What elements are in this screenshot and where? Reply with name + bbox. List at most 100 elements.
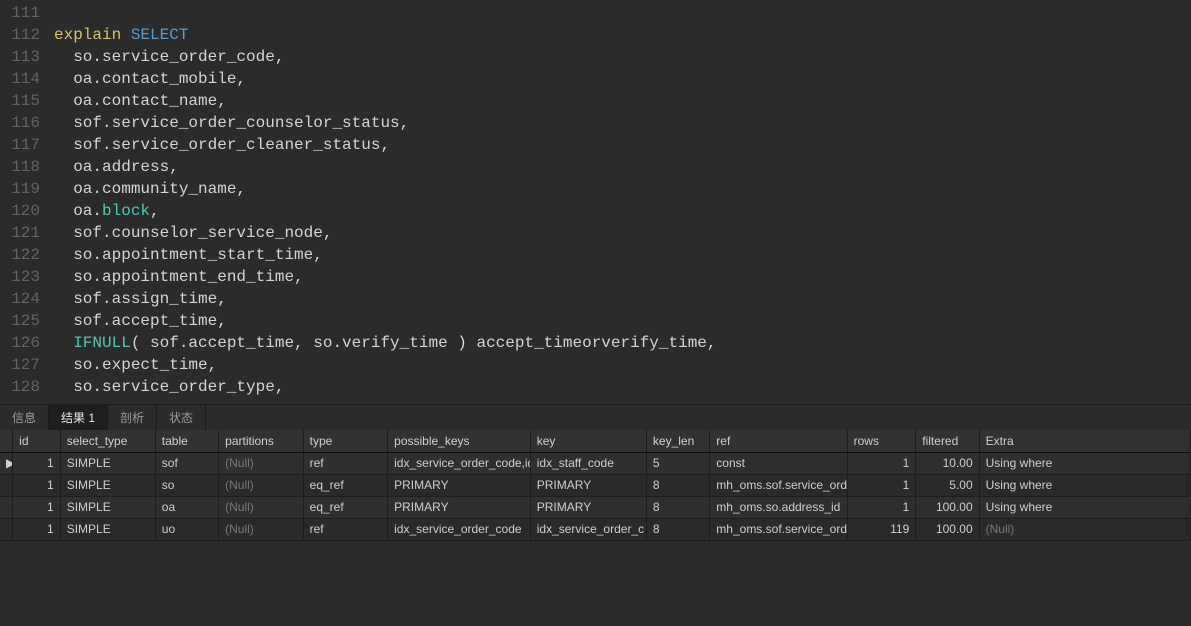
cell[interactable]: idx_service_order_c: [530, 518, 646, 540]
cell[interactable]: oa: [155, 496, 218, 518]
cell[interactable]: SIMPLE: [60, 474, 155, 496]
column-header-id[interactable]: id: [13, 430, 61, 452]
code-content[interactable]: oa.contact_mobile,: [54, 68, 246, 90]
sql-editor[interactable]: 111112explain SELECT113 so.service_order…: [0, 0, 1191, 404]
cell[interactable]: eq_ref: [303, 496, 388, 518]
cell[interactable]: 5.00: [916, 474, 979, 496]
tab-结果 1[interactable]: 结果 1: [49, 405, 108, 430]
code-content[interactable]: so.appointment_end_time,: [54, 266, 304, 288]
cell[interactable]: PRIMARY: [388, 496, 531, 518]
column-header-ref[interactable]: ref: [710, 430, 847, 452]
table-row[interactable]: 1SIMPLEoa(Null)eq_refPRIMARYPRIMARY8mh_o…: [0, 496, 1191, 518]
cell[interactable]: 1: [13, 452, 61, 474]
code-line[interactable]: 117 sof.service_order_cleaner_status,: [0, 134, 1191, 156]
cell[interactable]: so: [155, 474, 218, 496]
code-line[interactable]: 115 oa.contact_name,: [0, 90, 1191, 112]
code-line[interactable]: 112explain SELECT: [0, 24, 1191, 46]
code-line[interactable]: 124 sof.assign_time,: [0, 288, 1191, 310]
code-content[interactable]: oa.address,: [54, 156, 179, 178]
cell[interactable]: 119: [847, 518, 916, 540]
column-header-key_len[interactable]: key_len: [646, 430, 709, 452]
code-content[interactable]: oa.community_name,: [54, 178, 246, 200]
code-line[interactable]: 111: [0, 2, 1191, 24]
cell[interactable]: PRIMARY: [530, 496, 646, 518]
cell[interactable]: 1: [13, 518, 61, 540]
cell[interactable]: (Null): [219, 474, 304, 496]
column-header-table[interactable]: table: [155, 430, 218, 452]
cell[interactable]: 100.00: [916, 518, 979, 540]
cell[interactable]: SIMPLE: [60, 496, 155, 518]
code-content[interactable]: sof.service_order_counselor_status,: [54, 112, 409, 134]
cell[interactable]: 1: [847, 474, 916, 496]
code-content[interactable]: oa.block,: [54, 200, 160, 222]
table-row[interactable]: 1SIMPLEso(Null)eq_refPRIMARYPRIMARY8mh_o…: [0, 474, 1191, 496]
cell[interactable]: 8: [646, 474, 709, 496]
cell[interactable]: 10.00: [916, 452, 979, 474]
column-header-type[interactable]: type: [303, 430, 388, 452]
code-line[interactable]: 114 oa.contact_mobile,: [0, 68, 1191, 90]
code-content[interactable]: so.service_order_code,: [54, 46, 284, 68]
code-line[interactable]: 118 oa.address,: [0, 156, 1191, 178]
tab-状态[interactable]: 状态: [157, 405, 206, 430]
cell[interactable]: 1: [13, 496, 61, 518]
cell[interactable]: 1: [847, 496, 916, 518]
code-content[interactable]: oa.contact_name,: [54, 90, 227, 112]
code-content[interactable]: sof.counselor_service_node,: [54, 222, 332, 244]
code-line[interactable]: 121 sof.counselor_service_node,: [0, 222, 1191, 244]
cell[interactable]: (Null): [979, 518, 1190, 540]
code-content[interactable]: sof.assign_time,: [54, 288, 227, 310]
code-content[interactable]: sof.accept_time,: [54, 310, 227, 332]
cell[interactable]: sof: [155, 452, 218, 474]
cell[interactable]: idx_staff_code: [530, 452, 646, 474]
cell[interactable]: PRIMARY: [388, 474, 531, 496]
cell[interactable]: Using where: [979, 452, 1190, 474]
column-header-select_type[interactable]: select_type: [60, 430, 155, 452]
code-content[interactable]: so.appointment_start_time,: [54, 244, 323, 266]
column-header-filtered[interactable]: filtered: [916, 430, 979, 452]
cell[interactable]: ref: [303, 452, 388, 474]
code-content[interactable]: IFNULL( sof.accept_time, so.verify_time …: [54, 332, 717, 354]
table-row[interactable]: 1SIMPLEuo(Null)refidx_service_order_code…: [0, 518, 1191, 540]
cell[interactable]: idx_service_order_code: [388, 518, 531, 540]
tab-信息[interactable]: 信息: [0, 405, 49, 430]
cell[interactable]: uo: [155, 518, 218, 540]
row-handle[interactable]: ▶: [0, 452, 13, 474]
cell[interactable]: 100.00: [916, 496, 979, 518]
cell[interactable]: SIMPLE: [60, 518, 155, 540]
cell[interactable]: PRIMARY: [530, 474, 646, 496]
column-header-rows[interactable]: rows: [847, 430, 916, 452]
cell[interactable]: mh_oms.so.address_id: [710, 496, 847, 518]
cell[interactable]: eq_ref: [303, 474, 388, 496]
cell[interactable]: (Null): [219, 518, 304, 540]
code-line[interactable]: 125 sof.accept_time,: [0, 310, 1191, 332]
code-content[interactable]: so.expect_time,: [54, 354, 217, 376]
code-line[interactable]: 113 so.service_order_code,: [0, 46, 1191, 68]
tab-剖析[interactable]: 剖析: [108, 405, 157, 430]
cell[interactable]: 1: [847, 452, 916, 474]
cell[interactable]: SIMPLE: [60, 452, 155, 474]
explain-result-grid[interactable]: idselect_typetablepartitionstypepossible…: [0, 430, 1191, 583]
table-row[interactable]: ▶1SIMPLEsof(Null)refidx_service_order_co…: [0, 452, 1191, 474]
cell[interactable]: idx_service_order_code,id: [388, 452, 531, 474]
code-line[interactable]: 122 so.appointment_start_time,: [0, 244, 1191, 266]
row-handle[interactable]: [0, 474, 13, 496]
code-content[interactable]: sof.service_order_cleaner_status,: [54, 134, 390, 156]
code-line[interactable]: 127 so.expect_time,: [0, 354, 1191, 376]
code-line[interactable]: 119 oa.community_name,: [0, 178, 1191, 200]
column-header-Extra[interactable]: Extra: [979, 430, 1190, 452]
code-line[interactable]: 123 so.appointment_end_time,: [0, 266, 1191, 288]
cell[interactable]: 1: [13, 474, 61, 496]
cell[interactable]: Using where: [979, 496, 1190, 518]
code-line[interactable]: 128 so.service_order_type,: [0, 376, 1191, 398]
row-handle[interactable]: [0, 518, 13, 540]
cell[interactable]: 8: [646, 496, 709, 518]
column-header-partitions[interactable]: partitions: [219, 430, 304, 452]
cell[interactable]: (Null): [219, 496, 304, 518]
cell[interactable]: 8: [646, 518, 709, 540]
cell[interactable]: ref: [303, 518, 388, 540]
code-line[interactable]: 116 sof.service_order_counselor_status,: [0, 112, 1191, 134]
cell[interactable]: (Null): [219, 452, 304, 474]
cell[interactable]: 5: [646, 452, 709, 474]
code-content[interactable]: so.service_order_type,: [54, 376, 284, 398]
cell[interactable]: mh_oms.sof.service_order: [710, 474, 847, 496]
